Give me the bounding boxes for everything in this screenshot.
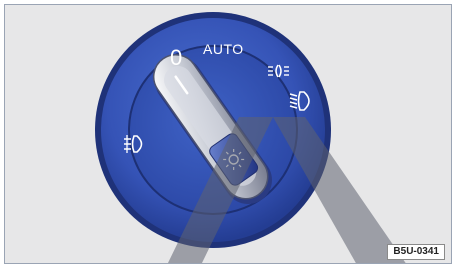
figure-id-label: B5U-0341 — [387, 244, 445, 260]
position-off-label: 0 — [170, 45, 182, 70]
position-auto-label: AUTO — [203, 41, 244, 57]
figure-frame: 0 AUTO B5U-0341 — [4, 4, 452, 264]
headlight-switch-diagram: 0 AUTO — [95, 12, 406, 263]
